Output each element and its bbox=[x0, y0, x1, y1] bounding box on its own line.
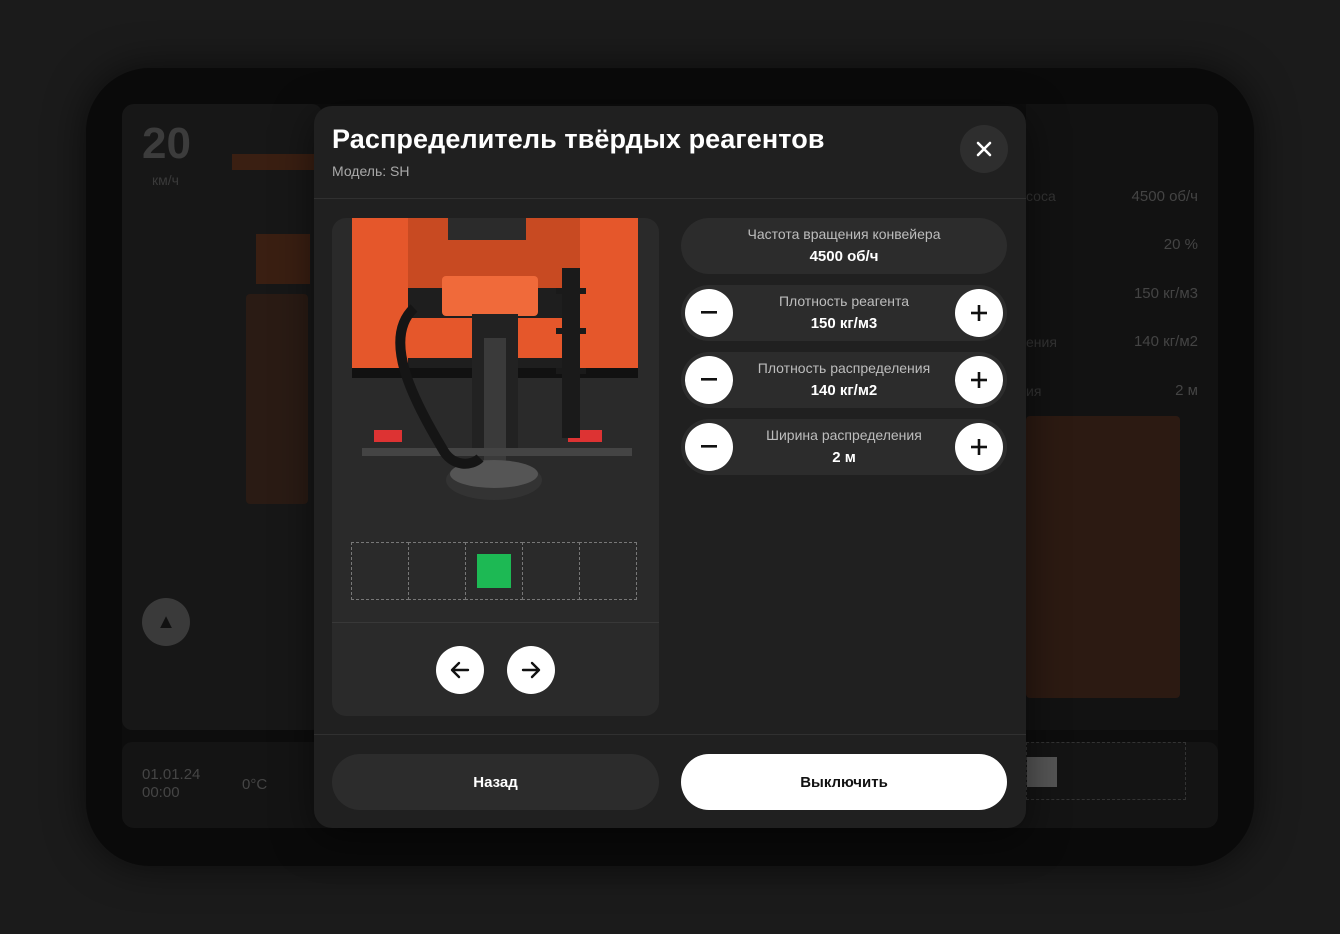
param-distribution-density: Плотность распределения 140 кг/м2 bbox=[681, 352, 1007, 408]
param-value: 4500 об/ч bbox=[809, 248, 879, 265]
increase-button[interactable] bbox=[955, 356, 1003, 404]
plus-icon bbox=[971, 305, 987, 321]
plus-icon bbox=[971, 372, 987, 388]
divider bbox=[314, 198, 1026, 199]
siren-icon: ▲ bbox=[142, 598, 190, 646]
bg-row-value: 2 м bbox=[1175, 382, 1198, 399]
spreader-truck-image bbox=[352, 218, 638, 500]
increase-button[interactable] bbox=[955, 423, 1003, 471]
param-reagent-density: Плотность реагента 150 кг/м3 bbox=[681, 285, 1007, 341]
bg-row-value: 20 % bbox=[1163, 236, 1198, 253]
equipment-image-card bbox=[332, 218, 659, 716]
bg-slot-grid bbox=[1026, 742, 1186, 800]
position-slot[interactable] bbox=[465, 542, 523, 600]
position-slots bbox=[351, 542, 641, 600]
bg-temperature: 0°C bbox=[242, 776, 268, 793]
arrow-right-icon bbox=[521, 661, 541, 679]
bg-time-value: 00:00 bbox=[142, 784, 180, 801]
position-slot[interactable] bbox=[408, 542, 466, 600]
bg-row-value: 140 кг/м2 bbox=[1133, 333, 1198, 350]
param-label: Частота вращения конвейера bbox=[747, 226, 941, 242]
bg-truck-part bbox=[256, 234, 310, 284]
param-conveyor-speed: Частота вращения конвейера 4500 об/ч bbox=[681, 218, 1007, 274]
turn-off-button[interactable]: Выключить bbox=[681, 754, 1007, 810]
bg-speed-unit: км/ч bbox=[152, 172, 179, 188]
divider bbox=[332, 622, 659, 623]
bg-date: 01.01.24 00:00 bbox=[142, 766, 200, 802]
position-slot[interactable] bbox=[522, 542, 580, 600]
back-button[interactable]: Назад bbox=[332, 754, 659, 810]
increase-button[interactable] bbox=[955, 289, 1003, 337]
bg-truck-part bbox=[246, 294, 308, 504]
divider bbox=[314, 734, 1026, 735]
position-slot[interactable] bbox=[351, 542, 409, 600]
bg-slot-cell bbox=[1027, 757, 1057, 787]
modal-subtitle: Модель: SH bbox=[332, 163, 410, 179]
reagent-spreader-modal: Распределитель твёрдых реагентов Модель:… bbox=[314, 106, 1026, 828]
previous-button[interactable] bbox=[436, 646, 484, 694]
bg-truck-part bbox=[232, 154, 314, 170]
bg-row-value: 4500 об/ч bbox=[1131, 188, 1198, 205]
position-slot[interactable] bbox=[579, 542, 637, 600]
bg-truck-part bbox=[1026, 416, 1180, 698]
modal-title: Распределитель твёрдых реагентов bbox=[332, 124, 825, 154]
arrow-left-icon bbox=[450, 661, 470, 679]
close-button[interactable] bbox=[960, 125, 1008, 173]
bg-date-value: 01.01.24 bbox=[142, 766, 201, 783]
bg-row-value: 150 кг/м3 bbox=[1133, 285, 1198, 302]
active-position-indicator bbox=[477, 554, 511, 588]
plus-icon bbox=[971, 439, 987, 455]
param-distribution-width: Ширина распределения 2 м bbox=[681, 419, 1007, 475]
next-button[interactable] bbox=[507, 646, 555, 694]
close-icon bbox=[976, 141, 992, 157]
bg-speed-value: 20 bbox=[142, 119, 191, 168]
